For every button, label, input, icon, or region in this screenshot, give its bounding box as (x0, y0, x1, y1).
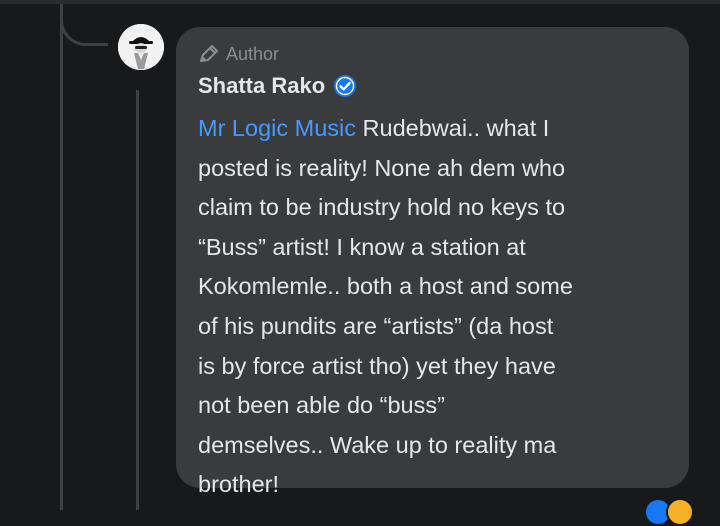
thread-connector-elbow (60, 4, 108, 46)
comment-line: not been able do “buss” (198, 392, 445, 419)
comment-line: Kokomlemle.. both a host and some (198, 273, 573, 300)
comment-bubble: Author Shatta Rako Mr Logic Music Rudebw… (176, 27, 689, 497)
comment-line: “Buss” artist! I know a station at (198, 233, 526, 260)
author-name-row: Shatta Rako (198, 73, 357, 99)
comment-line: of his pundits are “artists” (da host (198, 312, 554, 339)
reaction-icons[interactable] (644, 498, 694, 526)
comment-line: Rudebwai.. what I (356, 115, 550, 141)
pencil-icon (200, 45, 218, 62)
author-badge-label: Author (226, 43, 280, 64)
verified-check-icon (333, 74, 357, 98)
author-name[interactable]: Shatta Rako (198, 73, 325, 99)
thread-connector-line (60, 4, 63, 510)
comment-text: Mr Logic Music Rudebwai.. what I posted … (198, 109, 674, 505)
comment-line: demselves.. Wake up to reality ma (198, 431, 557, 458)
comment-line: brother! (198, 471, 279, 498)
haha-reaction-icon (666, 498, 694, 526)
comment-line: is by force artist tho) yet they have (198, 352, 556, 379)
mention-link[interactable]: Mr Logic Music (198, 115, 356, 141)
avatar-figure-icon (118, 24, 164, 70)
reply-connector-line (136, 90, 139, 510)
comment-line: claim to be industry hold no keys to (198, 194, 566, 221)
author-badge: Author (198, 41, 279, 67)
comment-line: posted is reality! None ah dem who (198, 154, 566, 181)
top-divider (0, 0, 720, 4)
avatar[interactable] (118, 24, 164, 70)
